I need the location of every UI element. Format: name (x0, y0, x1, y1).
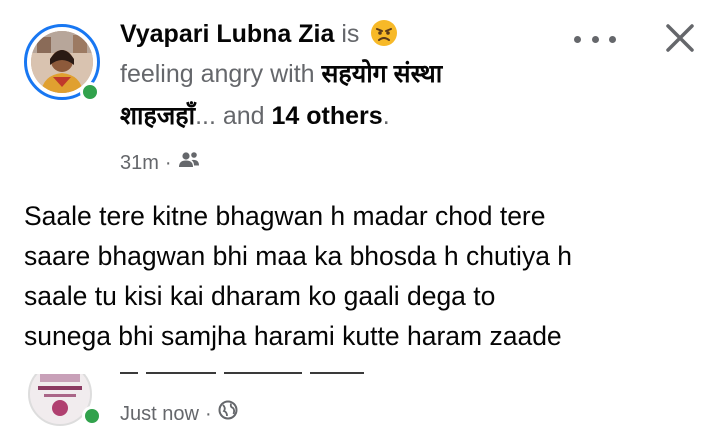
friends-icon[interactable] (178, 150, 200, 176)
post-text-line: sunega bhi samjha harami kutte haram zaa… (24, 321, 562, 351)
others-link[interactable]: 14 others (272, 102, 383, 130)
post-text-line: saale tu kisi kai dharam ko gaali dega t… (24, 281, 496, 311)
close-icon (666, 24, 694, 52)
globe-icon[interactable] (218, 400, 238, 427)
feeling-text: feeling angry with (120, 60, 315, 88)
more-options-button[interactable] (570, 26, 620, 52)
dot-icon (574, 35, 581, 43)
cut-off-text (120, 372, 380, 376)
meta-separator: · (204, 402, 212, 425)
period: . (382, 102, 390, 130)
post-header-line-2: feeling angry with सहयोग संस्था (120, 58, 442, 90)
post-text-line: saare bhagwan bhi maa ka bhosda h chutiy… (24, 241, 573, 271)
post-header-line-1: Vyapari Lubna Zia is (120, 18, 398, 50)
post-text-line: Saale tere kitne bhagwan h madar chod te… (24, 201, 546, 231)
dot-icon (591, 35, 599, 43)
author-name[interactable]: Vyapari Lubna Zia (120, 20, 334, 48)
online-status-dot (82, 406, 102, 426)
post-meta: 31m · (120, 150, 200, 176)
tagged-page-link-2[interactable]: शाहजहाँ (120, 102, 195, 130)
post-content: Saale tere kitne bhagwan h madar chod te… (24, 196, 704, 356)
meta-separator: · (164, 152, 172, 174)
close-button[interactable] (660, 18, 700, 58)
comment-meta: Just now · (120, 400, 238, 427)
post-timestamp[interactable]: 31m (120, 150, 159, 176)
next-item: Just now · (0, 372, 718, 445)
is-word: is (341, 20, 360, 48)
tagged-page-link-1[interactable]: सहयोग संस्था (322, 60, 443, 88)
cut-off-icon (662, 372, 686, 378)
ellipsis-and: ... and (195, 102, 265, 130)
angry-face-icon (370, 19, 398, 47)
online-status-dot (80, 82, 100, 102)
post-header-line-3: शाहजहाँ... and 14 others. (120, 100, 390, 132)
post-card: Vyapari Lubna Zia is feeling angry with … (0, 0, 718, 372)
comment-timestamp[interactable]: Just now (120, 401, 199, 427)
dot-icon (609, 35, 616, 43)
